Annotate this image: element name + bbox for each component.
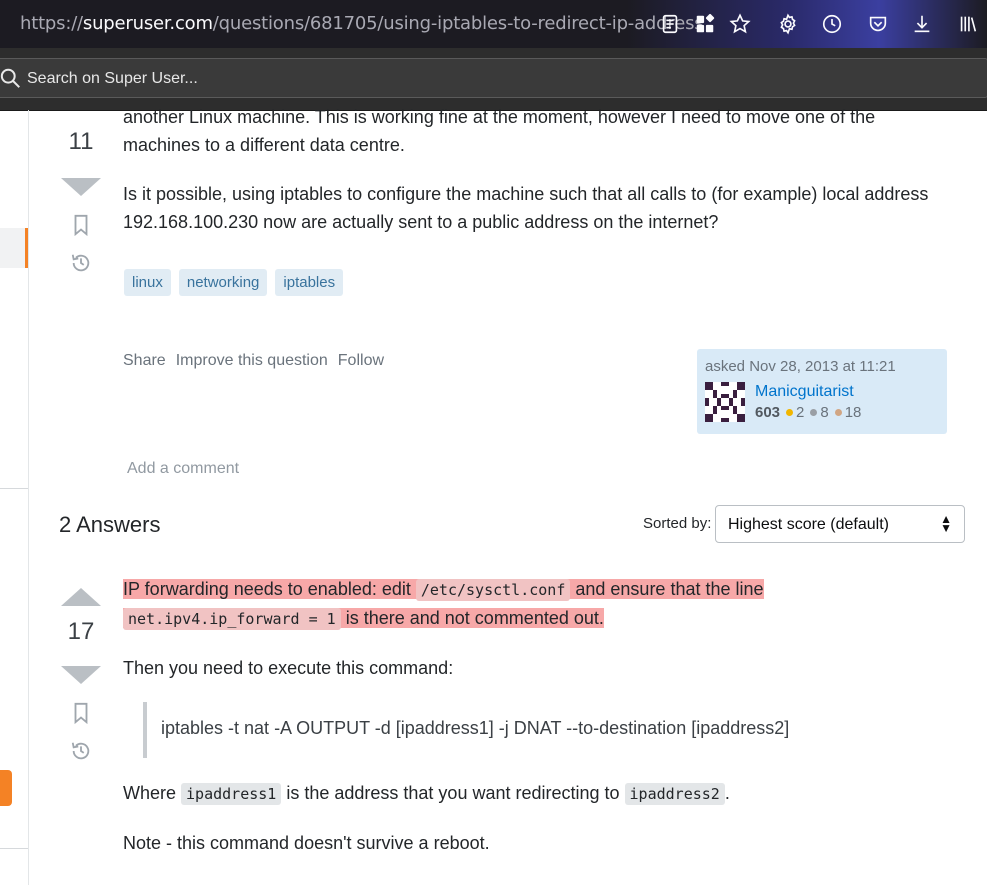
library-icon[interactable] — [954, 10, 982, 38]
pocket-icon[interactable] — [864, 10, 892, 38]
gold-badge-icon — [786, 409, 794, 416]
inline-code: /etc/sysctl.conf — [415, 579, 571, 601]
silver-badge-icon — [810, 409, 818, 416]
inline-code: ipaddress1 — [181, 783, 282, 805]
left-sidebar — [0, 110, 29, 885]
answer-text: is there and not commented out. — [340, 608, 604, 628]
url-path: /questions/681705/using-iptables-to-redi… — [212, 13, 704, 34]
sidebar-divider — [0, 488, 28, 489]
question-paragraph: Is it possible, using iptables to config… — [123, 184, 929, 232]
url-host: superuser.com — [82, 13, 213, 34]
sidebar-divider — [0, 848, 28, 849]
answer-paragraph: Note - this command doesn't survive a re… — [123, 833, 490, 853]
bronze-badge-icon — [834, 409, 842, 416]
sort-select-value: Highest score (default) — [728, 516, 889, 533]
avatar[interactable] — [705, 382, 745, 422]
sort-label: Sorted by: — [643, 515, 712, 532]
asker-user-card: asked Nov 28, 2013 at 11:21 Manicguitari… — [697, 349, 947, 434]
bookmark-icon[interactable] — [70, 214, 92, 236]
select-caret-icon: ▲ ▼ — [940, 512, 952, 535]
follow-link[interactable]: Follow — [338, 352, 384, 370]
upvote-icon[interactable] — [61, 588, 101, 606]
url-scheme: https:// — [20, 13, 83, 34]
tag-networking[interactable]: networking — [178, 269, 268, 296]
history-clock-icon[interactable] — [818, 10, 846, 38]
bronze-badge-count: 18 — [844, 404, 862, 421]
answer-text: and ensure that the line — [570, 579, 764, 599]
reputation-score: 603 — [755, 404, 781, 421]
download-icon[interactable] — [908, 10, 936, 38]
text-highlight: IP forwarding needs to enabled: edit /et… — [123, 579, 764, 630]
answer-text: is the address that you want redirecting… — [281, 783, 625, 803]
inline-code: net.ipv4.ip_forward = 1 — [123, 608, 341, 630]
answer-paragraph: Where ipaddress1 is the address that you… — [123, 779, 953, 808]
downvote-icon[interactable] — [61, 666, 101, 684]
asked-timestamp[interactable]: asked Nov 28, 2013 at 11:21 — [705, 358, 896, 375]
gold-badge-count: 2 — [796, 404, 805, 421]
inline-code: ipaddress2 — [624, 783, 725, 805]
sidebar-active-item[interactable] — [0, 228, 28, 268]
url-field[interactable]: https://superuser.com/questions/681705/u… — [20, 13, 704, 34]
answer-text: . — [724, 783, 730, 803]
browser-toolbar: https://superuser.com/questions/681705/u… — [0, 0, 987, 48]
question-paragraph: another Linux machine. This is working f… — [123, 107, 876, 155]
sort-select[interactable]: Highest score (default) ▲ ▼ — [715, 505, 965, 543]
answers-heading: 2 Answers — [59, 512, 161, 537]
reader-view-icon[interactable] — [656, 10, 684, 38]
answer-text: IP forwarding needs to enabled: edit — [123, 579, 416, 599]
command-text: iptables -t nat -A OUTPUT -d [ipaddress1… — [161, 718, 790, 738]
bookmark-icon[interactable] — [70, 702, 92, 724]
question-tags: linux networking iptables — [124, 269, 344, 296]
search-placeholder: Search on Super User... — [27, 70, 198, 87]
revision-history-icon[interactable] — [70, 740, 92, 762]
site-header: Search on Super User... — [0, 48, 987, 111]
settings-gear-icon[interactable] — [774, 10, 802, 38]
answer-paragraph: Then you need to execute this command: — [123, 658, 454, 678]
downvote-icon[interactable] — [61, 178, 101, 196]
share-link[interactable]: Share — [123, 352, 166, 370]
bookmark-star-icon[interactable] — [726, 10, 754, 38]
question-vote-count: 11 — [68, 128, 94, 155]
question-post-menu: Share Improve this question Follow — [123, 352, 384, 370]
tag-iptables[interactable]: iptables — [275, 269, 344, 296]
add-comment-link[interactable]: Add a comment — [127, 460, 239, 478]
sidebar-orange-button[interactable] — [0, 770, 12, 806]
answer-body: IP forwarding needs to enabled: edit /et… — [123, 575, 953, 682]
tag-linux[interactable]: linux — [124, 269, 171, 296]
question-body: another Linux machine. This is working f… — [123, 103, 953, 236]
command-blockquote: iptables -t nat -A OUTPUT -d [ipaddress1… — [143, 702, 947, 758]
revision-history-icon[interactable] — [70, 252, 92, 274]
search-icon — [0, 68, 20, 88]
improve-question-link[interactable]: Improve this question — [176, 352, 328, 370]
answer-vote-count: 17 — [67, 618, 95, 645]
answer-body-continued: Where ipaddress1 is the address that you… — [123, 779, 953, 857]
answer-vote-column: 17 — [58, 588, 104, 762]
user-name-link[interactable]: Manicguitarist — [755, 383, 854, 401]
silver-badge-count: 8 — [820, 404, 829, 421]
answer-text: Where — [123, 783, 182, 803]
extensions-icon[interactable] — [691, 10, 719, 38]
user-reputation: 603 2 8 18 — [755, 404, 861, 421]
answer-highlighted-paragraph: IP forwarding needs to enabled: edit /et… — [123, 575, 953, 633]
question-vote-column: 11 — [58, 128, 104, 274]
